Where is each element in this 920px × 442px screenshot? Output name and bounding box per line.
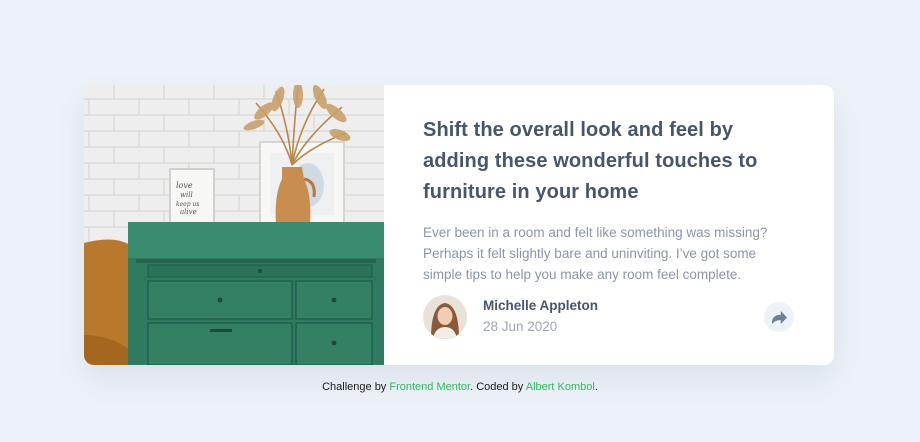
frame-text-4: alive bbox=[180, 208, 197, 216]
author-info: Michelle Appleton 28 Jun 2020 bbox=[483, 296, 598, 338]
avatar bbox=[423, 295, 467, 339]
publish-date: 28 Jun 2020 bbox=[483, 319, 558, 334]
article-preview-card: love will keep us alive Shift the overal… bbox=[84, 85, 834, 365]
article-description: Ever been in a room and felt like someth… bbox=[423, 225, 768, 282]
article-content: Shift the overall look and feel by addin… bbox=[384, 85, 834, 365]
article-image: love will keep us alive bbox=[84, 85, 384, 365]
frame-text-3: keep us bbox=[176, 201, 199, 208]
attribution-middle: . Coded by bbox=[470, 381, 526, 393]
share-icon bbox=[771, 310, 787, 324]
attribution: Challenge by Frontend Mentor. Coded by A… bbox=[0, 381, 920, 393]
article-title[interactable]: Shift the overall look and feel by addin… bbox=[423, 115, 794, 208]
share-button[interactable] bbox=[764, 302, 794, 332]
author-link[interactable]: Albert Kombol bbox=[526, 381, 595, 393]
author-row: Michelle Appleton 28 Jun 2020 bbox=[423, 294, 794, 340]
author-avatar-image bbox=[423, 295, 467, 339]
drawers-photo: love will keep us alive bbox=[84, 85, 384, 365]
attribution-suffix: . bbox=[594, 381, 598, 393]
frame-text-2: will bbox=[180, 191, 193, 199]
frame-text-1: love bbox=[176, 181, 193, 190]
author-name: Michelle Appleton bbox=[483, 298, 599, 313]
frontend-mentor-link[interactable]: Frontend Mentor bbox=[389, 381, 470, 393]
attribution-prefix: Challenge by bbox=[322, 381, 390, 393]
